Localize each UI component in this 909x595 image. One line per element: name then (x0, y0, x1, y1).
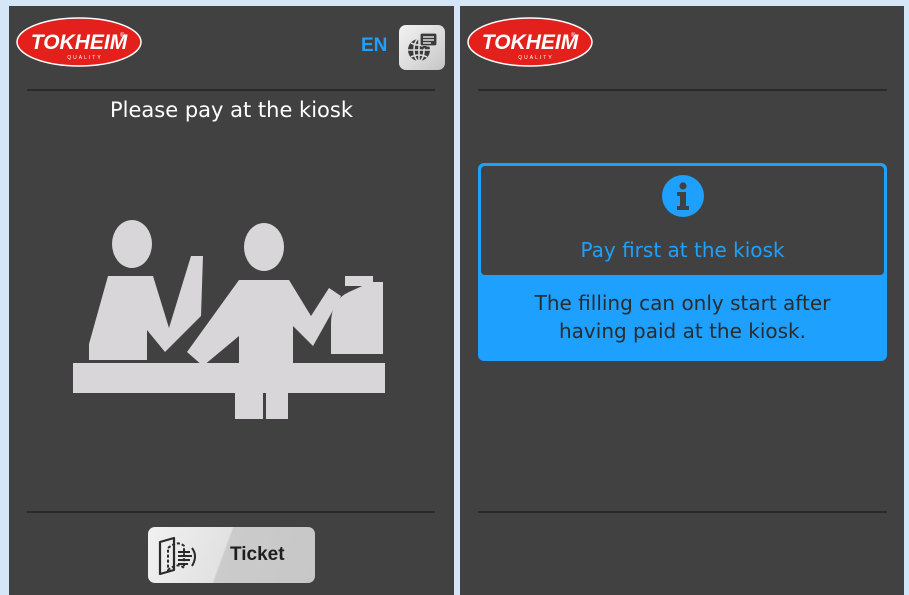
ticket-button[interactable]: Ticket (148, 527, 315, 583)
logo-subtext: QUALITY (518, 55, 553, 61)
top-divider (27, 89, 435, 91)
top-divider (478, 89, 887, 91)
info-card-body: The filling can only start after having … (534, 291, 831, 343)
bottom-divider (27, 511, 435, 513)
info-card: Pay first at the kiosk The filling can o… (478, 163, 887, 361)
language-code[interactable]: EN (361, 35, 387, 57)
info-card-title: Pay first at the kiosk (580, 238, 785, 262)
page-title: Please pay at the kiosk (110, 98, 353, 122)
right-screen: TOKHEIM ® QUALITY Pay first at the kiosk… (460, 6, 904, 595)
globe-chat-icon (408, 32, 438, 62)
logo-registered-mark: ® (120, 32, 125, 39)
kiosk-payment-icon (73, 220, 385, 419)
info-card-header: Pay first at the kiosk (481, 166, 884, 275)
ticket-button-label: Ticket (230, 544, 285, 565)
logo-registered-mark: ® (571, 32, 576, 39)
receipt-ticket-icon (158, 536, 196, 576)
info-icon (662, 175, 704, 217)
tokheim-logo: TOKHEIM ® QUALITY (467, 17, 593, 67)
language-button[interactable] (399, 25, 445, 70)
left-screen: TOKHEIM ® QUALITY EN Please pay at the k… (9, 6, 454, 595)
bottom-divider (478, 511, 887, 513)
tokheim-logo: TOKHEIM ® QUALITY (16, 17, 142, 67)
logo-subtext: QUALITY (67, 55, 102, 61)
logo-text: TOKHEIM (482, 31, 579, 54)
logo-text: TOKHEIM (31, 31, 128, 54)
